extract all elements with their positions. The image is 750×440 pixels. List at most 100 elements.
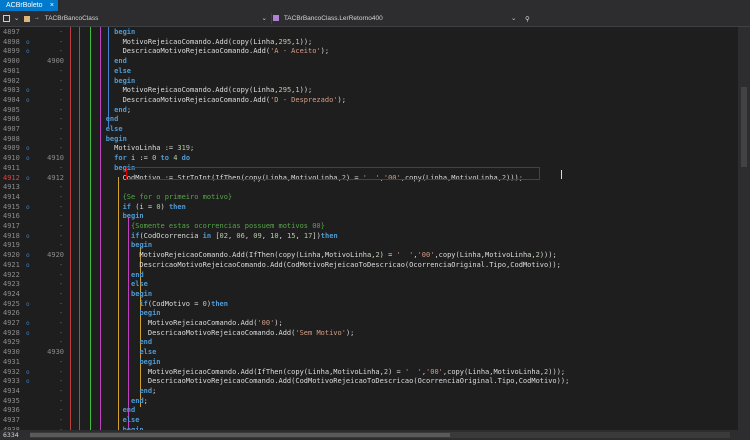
breakpoint-marker[interactable]: o [26,251,30,261]
method-icon [273,15,279,22]
breakpoint-marker[interactable]: o [26,86,30,96]
code-text[interactable]: else [72,280,148,290]
line-number: 4905 [3,105,20,114]
code-text[interactable]: DescricaoMotivoRejeicaoComando.Add(CodMo… [72,377,569,387]
code-text[interactable]: DescricaoMotivoRejeicaoComando.Add('Sem … [72,329,355,339]
code-text[interactable]: DescricaoMotivoRejeicaoComando.Add('A - … [72,47,330,57]
code-line: 4899 o - DescricaoMotivoRejeicaoComando.Ad… [0,47,738,57]
code-text[interactable]: DescricaoMotivoRejeicaoComando.Add(CodMo… [72,261,560,271]
breakpoint-marker[interactable]: o [26,38,30,48]
code-text[interactable]: begin [72,77,135,87]
code-text[interactable]: {Somente estas ocorrencias possuem motiv… [72,222,325,232]
code-text[interactable]: MotivoRejeicaoComando.Add(IfThen(copy(Li… [72,368,565,378]
line-number: 4935 [3,396,20,405]
code-line: 4904 o - DescricaoMotivoRejeicaoComando.Ad… [0,96,738,106]
code-text[interactable]: MotivoRejeicaoComando.Add(IfThen(copy(Li… [72,251,556,261]
code-line: 4913 - [0,183,738,193]
gutter-dash: - [59,357,64,366]
code-text[interactable]: else [72,416,140,426]
line-number: 4918 [3,231,20,240]
gutter-dash: - [59,377,64,386]
navigation-bar: ⌄ → TACBrBancoClass ⌄ TACBrBancoClass.Le… [0,11,750,27]
code-text[interactable]: begin [72,309,160,319]
code-text[interactable]: begin [72,28,135,38]
line-number: 4926 [3,309,20,318]
breakpoint-marker[interactable]: o [26,154,30,164]
code-text[interactable]: MotivoRejeicaoComando.Add('00'); [72,319,283,329]
code-text[interactable]: for i := 0 to 4 do [72,154,190,164]
code-text[interactable]: begin [72,241,152,251]
code-editor[interactable]: 4897 - begin 4898 o - MotivoRejeicaoComando.… [0,27,750,434]
line-marker: 4910 [47,154,64,163]
breakpoint-marker[interactable]: o [26,377,30,387]
search-icon[interactable]: ⚲ [525,12,530,27]
breakpoint-marker[interactable]: o [26,319,30,329]
line-number: 4901 [3,66,20,75]
close-icon[interactable]: × [50,0,54,11]
line-number: 4904 [3,95,20,104]
horizontal-scrollbar[interactable] [30,432,730,438]
code-line: 4910 o 4910 for i := 0 to 4 do [0,154,738,164]
breakpoint-marker[interactable]: o [26,174,30,184]
breakpoint-marker[interactable]: o [26,232,30,242]
line-number: 4909 [3,144,20,153]
breakpoint-marker[interactable]: o [26,368,30,378]
code-text[interactable]: end; [72,387,156,397]
code-text[interactable]: begin [72,212,144,222]
gutter-dash: - [59,37,64,46]
breakpoint-marker[interactable]: o [26,96,30,106]
scrollbar-thumb[interactable] [30,433,450,437]
breakpoint-marker[interactable]: o [26,329,30,339]
code-text[interactable]: begin [72,290,152,300]
line-number: 4916 [3,212,20,221]
breakpoint-marker[interactable]: o [26,203,30,213]
code-line: 4900 4900 end [0,57,738,67]
code-text[interactable]: if (i = 0) then [72,203,186,213]
code-text[interactable]: DescricaoMotivoRejeicaoComando.Add('D - … [72,96,346,106]
code-line: 4934 - end; [0,387,738,397]
code-text[interactable]: end [72,338,152,348]
method-dropdown[interactable]: TACBrBancoClass.LerRetorno400 ⌄ ⚲ [273,11,533,26]
class-dropdown-label: TACBrBancoClass [44,15,99,23]
code-text[interactable]: else [72,348,156,358]
code-text[interactable]: end; [72,397,148,407]
code-text[interactable]: end [72,115,119,125]
code-line: 4932 o - MotivoRejeicaoComando.Add(IfThen(… [0,368,738,378]
code-text[interactable]: MotivoRejeicaoComando.Add(copy(Linha,295… [72,38,313,48]
line-number: 4929 [3,338,20,347]
tab-acbrboleto[interactable]: ACBrBoleto × [0,0,58,11]
code-text[interactable]: MotivoLinha := 319; [72,144,194,154]
code-line: 4931 - begin [0,358,738,368]
code-line: 4936 - end [0,406,738,416]
code-text[interactable]: {Se for o primeiro motivo} [72,193,233,203]
code-line: 4903 o - MotivoRejeicaoComando.Add(copy(Li… [0,86,738,96]
code-text[interactable]: begin [72,135,127,145]
code-text[interactable]: end [72,406,136,416]
gutter-dash: - [59,66,64,75]
breakpoint-marker[interactable]: o [26,47,30,57]
line-number: 4907 [3,125,20,133]
line-number: 4923 [3,280,20,289]
code-line: 4918 o - if(CodOcorrencia in [02, 06, 09, … [0,232,738,242]
code-line: 4935 - end; [0,397,738,407]
code-text[interactable]: if(CodMotivo = 0)then [72,300,228,310]
class-dropdown[interactable]: ⌄ → TACBrBancoClass ⌄ [3,11,271,26]
line-number: 4925 [3,299,20,308]
breakpoint-marker[interactable]: o [26,261,30,271]
code-text[interactable]: if(CodOcorrencia in [02, 06, 09, 10, 15,… [72,232,338,242]
code-line: 4924 - begin [0,290,738,300]
line-number: 4906 [3,115,20,124]
code-text[interactable]: MotivoRejeicaoComando.Add(copy(Linha,295… [72,86,313,96]
scrollbar-thumb[interactable] [741,87,747,167]
gutter-dash: - [59,406,64,415]
code-text[interactable]: begin [72,358,160,368]
vertical-scrollbar[interactable] [738,27,750,430]
breakpoint-marker[interactable]: o [26,300,30,310]
breakpoint-marker[interactable]: o [26,144,30,154]
code-text[interactable]: else [72,125,123,135]
code-text[interactable]: end [72,271,144,281]
code-text[interactable]: end [72,57,127,67]
code-text[interactable]: end; [72,106,131,116]
code-text[interactable]: else [72,67,131,77]
line-number: 4908 [3,134,20,143]
